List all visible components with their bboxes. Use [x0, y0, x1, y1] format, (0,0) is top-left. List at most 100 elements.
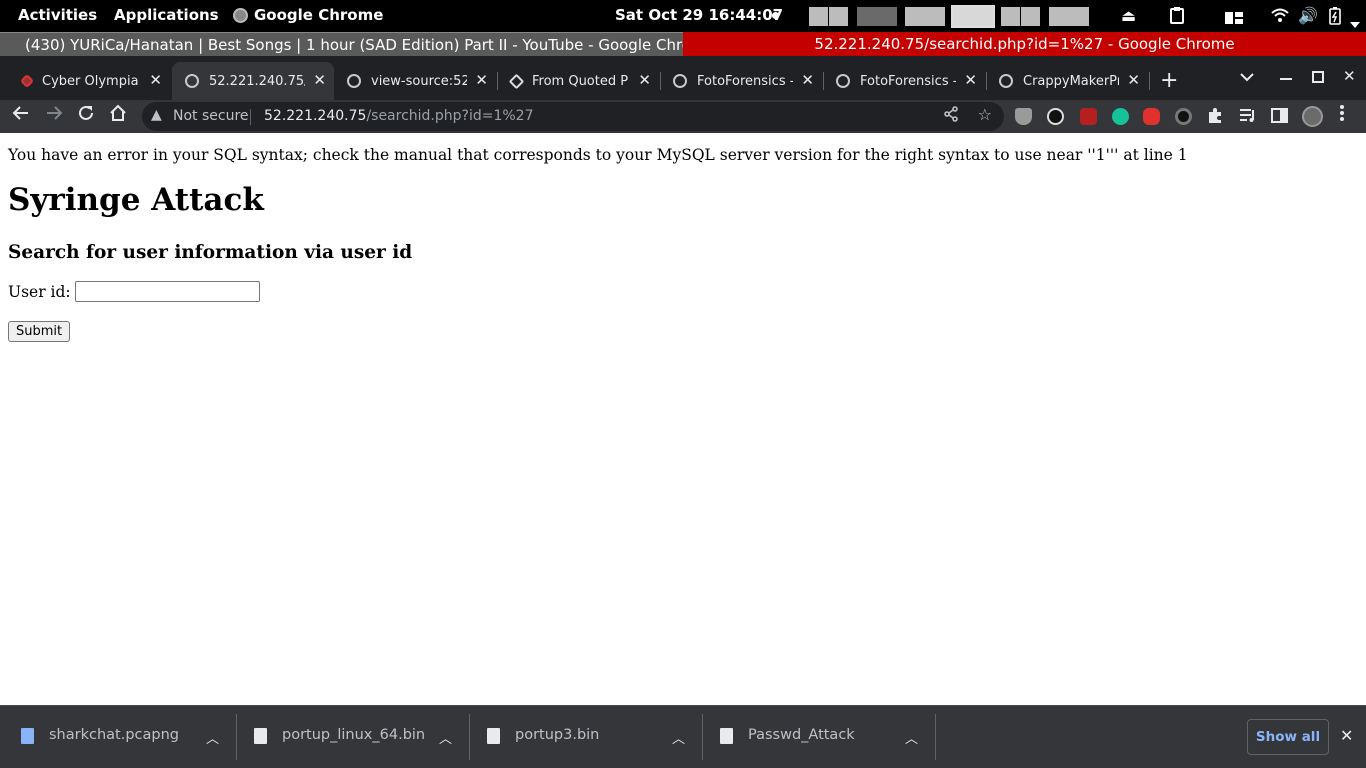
extensions-puzzle-icon[interactable] [1207, 107, 1224, 129]
grammarly-extension-icon[interactable] [1112, 108, 1129, 125]
volume-icon[interactable]: 🔊 [1298, 6, 1318, 25]
tab-search-chevron-icon[interactable] [1240, 68, 1254, 86]
maximize-icon[interactable] [1312, 69, 1324, 87]
workspace-6[interactable] [1049, 7, 1089, 26]
omnibox-separator [250, 109, 251, 125]
ublock-extension-icon[interactable] [1080, 108, 1097, 125]
app-menu[interactable]: Google Chrome [233, 6, 383, 24]
bookmark-star-icon[interactable]: ☆ [978, 105, 992, 124]
tab-fotoforensics-1[interactable]: FotoForensics - / ✕ [660, 62, 822, 100]
ninja-extension-icon[interactable] [1047, 108, 1064, 125]
wifi-icon[interactable] [1271, 7, 1289, 27]
download-filename: portup_linux_64.bin [282, 727, 426, 743]
download-item[interactable]: portup3.bin ︿ [466, 706, 699, 768]
fotoforensics-icon [836, 74, 850, 88]
clock[interactable]: Sat Oct 29 16:44:07 [615, 6, 783, 24]
workspace-3[interactable] [905, 7, 945, 26]
file-icon [487, 728, 500, 744]
forward-arrow-icon[interactable] [45, 104, 63, 127]
workspace-2[interactable] [857, 7, 897, 26]
download-separator [935, 714, 936, 760]
page-heading: Syringe Attack [8, 182, 264, 218]
tab-searchid-active[interactable]: 52.221.240.75/se ✕ [172, 62, 334, 100]
tab-title: view-source:52.2 [371, 73, 467, 89]
workspace-5[interactable] [1001, 7, 1040, 26]
close-tab-icon[interactable]: ✕ [475, 71, 488, 89]
user-id-input[interactable] [74, 281, 260, 302]
tab-cyber-olympian[interactable]: Cyber Olympian ✕ [0, 62, 170, 100]
close-tab-icon[interactable]: ✕ [638, 71, 651, 89]
web-page-content: You have an error in your SQL syntax; ch… [0, 133, 1366, 705]
tab-separator [1149, 72, 1150, 90]
new-tab-plus-icon[interactable]: + [1160, 68, 1178, 93]
close-tab-icon[interactable]: ✕ [801, 71, 814, 89]
sql-error-message: You have an error in your SQL syntax; ch… [8, 146, 1188, 164]
close-shelf-icon[interactable]: ✕ [1340, 726, 1353, 745]
tab-crappymaker[interactable]: CrappyMakerPr ✕ [986, 62, 1148, 100]
warning-triangle-icon[interactable]: ▲ [151, 107, 162, 123]
pcap-file-icon [21, 728, 34, 744]
chevron-up-icon[interactable]: ︿ [672, 728, 685, 747]
eject-icon[interactable]: ⏏ [1121, 6, 1136, 25]
download-filename: sharkchat.pcapng [49, 727, 179, 743]
globe-icon [999, 74, 1013, 88]
activities-button[interactable]: Activities [18, 6, 97, 24]
share-icon[interactable] [943, 106, 959, 126]
url-text[interactable]: 52.221.240.75/searchid.php?id=1%27 [264, 108, 534, 124]
minimize-icon[interactable] [1280, 66, 1292, 84]
circle-extension-icon[interactable] [1175, 108, 1192, 125]
chevron-up-icon[interactable]: ︿ [206, 728, 219, 747]
back-arrow-icon[interactable] [12, 104, 30, 127]
security-status[interactable]: Not secure [173, 108, 249, 124]
notification-dot-icon [772, 12, 779, 19]
youtube-extension-icon[interactable] [1143, 108, 1160, 125]
app-menu-label: Google Chrome [254, 6, 384, 24]
close-tab-icon[interactable]: ✕ [964, 71, 977, 89]
battery-icon[interactable] [1329, 7, 1341, 29]
fotoforensics-icon [673, 74, 687, 88]
workspace-4[interactable] [951, 5, 995, 28]
download-shelf: sharkchat.pcapng ︿ portup_linux_64.bin ︿… [0, 705, 1366, 768]
tab-title: CrappyMakerPr [1023, 73, 1119, 89]
applications-menu[interactable]: Applications [114, 6, 219, 24]
inactive-window-title[interactable]: (430) YURiCa/Hanatan | Best Songs | 1 ho… [0, 32, 683, 56]
tab-fotoforensics-2[interactable]: FotoForensics - / ✕ [823, 62, 985, 100]
close-tab-icon[interactable]: ✕ [313, 71, 326, 89]
red-logo-icon [19, 73, 35, 89]
window-titles-bar: (430) YURiCa/Hanatan | Best Songs | 1 ho… [0, 32, 1366, 56]
layout-icon[interactable] [1225, 9, 1243, 28]
workspace-1[interactable] [809, 7, 848, 26]
system-menu-arrow-icon[interactable] [1350, 13, 1360, 32]
home-icon[interactable] [109, 104, 127, 127]
download-item[interactable]: sharkchat.pcapng ︿ [0, 706, 233, 768]
media-queue-icon[interactable] [1239, 107, 1256, 129]
profile-avatar[interactable] [1302, 106, 1323, 127]
side-panel-icon[interactable] [1271, 107, 1288, 129]
show-all-downloads-button[interactable]: Show all [1247, 719, 1329, 755]
url-host: 52.221.240.75 [264, 108, 367, 124]
submit-button[interactable]: Submit [8, 321, 71, 342]
active-window-title[interactable]: 52.221.240.75/searchid.php?id=1%27 - Goo… [683, 32, 1366, 56]
shield-extension-icon[interactable] [1015, 108, 1032, 125]
tab-title: FotoForensics - / [860, 73, 956, 89]
tab-title: FotoForensics - / [697, 73, 793, 89]
download-item[interactable]: portup_linux_64.bin ︿ [233, 706, 466, 768]
globe-icon [185, 74, 199, 88]
close-tab-icon[interactable]: ✕ [1127, 71, 1140, 89]
close-tab-icon[interactable]: ✕ [149, 71, 162, 89]
download-item[interactable]: Passwd_Attack ︿ [699, 706, 932, 768]
globe-icon [347, 74, 361, 88]
menu-kebab-icon[interactable] [1339, 104, 1345, 127]
system-top-bar: Activities Applications Google Chrome Sa… [0, 0, 1366, 32]
download-filename: Passwd_Attack [748, 727, 855, 743]
address-bar[interactable]: ▲ Not secure 52.221.240.75/searchid.php?… [142, 102, 1004, 131]
tab-view-source[interactable]: view-source:52.2 ✕ [334, 62, 496, 100]
chevron-up-icon[interactable]: ︿ [439, 728, 452, 747]
file-icon [720, 728, 733, 744]
reload-icon[interactable] [77, 104, 95, 127]
close-window-icon[interactable]: ✕ [1343, 67, 1356, 85]
chevron-up-icon[interactable]: ︿ [905, 728, 918, 747]
clipboard-icon[interactable] [1169, 6, 1185, 28]
tab-title: Cyber Olympian [42, 73, 138, 89]
tab-from-quoted[interactable]: From Quoted Pr ✕ [497, 62, 659, 100]
